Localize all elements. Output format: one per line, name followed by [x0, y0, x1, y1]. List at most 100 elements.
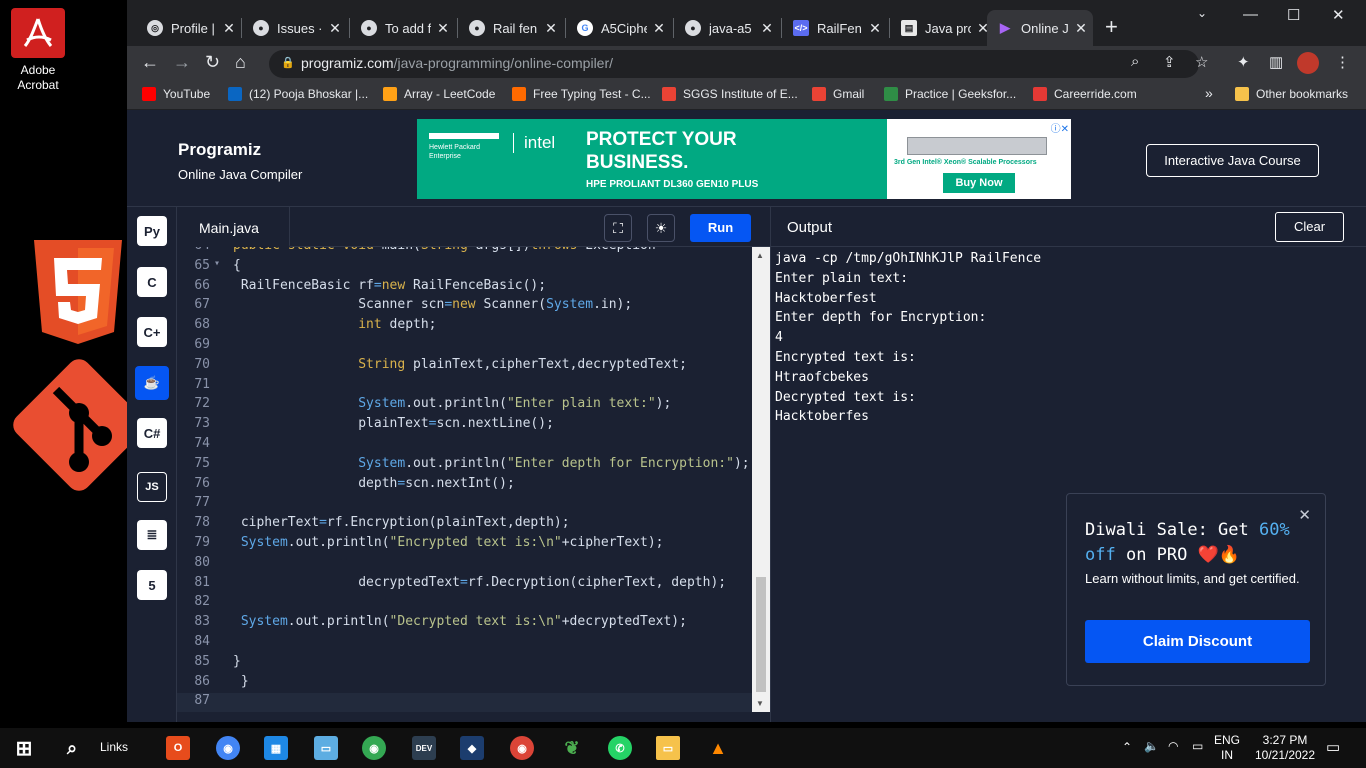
extensions-icon[interactable]: ✦	[1237, 53, 1250, 71]
side-panel-icon[interactable]: ▥	[1269, 53, 1283, 71]
forward-icon[interactable]: →	[173, 52, 191, 73]
search-icon[interactable]: ⌕	[60, 736, 84, 760]
minimize-button[interactable]: —	[1243, 6, 1258, 23]
code-line[interactable]: 71	[177, 377, 752, 397]
fullscreen-icon[interactable]: ⛶	[604, 214, 632, 242]
code-line[interactable]: 64 public static void main(String args[])…	[177, 247, 752, 258]
code-line[interactable]: 87	[177, 693, 752, 712]
ad-banner[interactable]: Hewlett Packard Enterprise intel PROTECT…	[417, 119, 1071, 199]
chrome-profile-icon[interactable]: ◉	[362, 736, 386, 760]
tab-railfence-code[interactable]: </> RailFen ✕	[783, 10, 887, 46]
code-line[interactable]: 68 int depth;	[177, 317, 752, 337]
lang-html[interactable]: 5	[135, 568, 169, 602]
close-promo-icon[interactable]: ✕	[1298, 506, 1311, 524]
maximize-button[interactable]: ☐	[1287, 6, 1300, 24]
code-line[interactable]: 79 System.out.println("Encrypted text is…	[177, 535, 752, 555]
close-tab-icon[interactable]: ✕	[539, 20, 563, 37]
store-icon[interactable]: ▦	[264, 736, 288, 760]
close-tab-icon[interactable]: ✕	[647, 20, 671, 37]
theme-toggle-icon[interactable]: ☀	[647, 214, 675, 242]
tab-a5cipher[interactable]: G A5Ciphe ✕	[567, 10, 671, 46]
wifi-icon[interactable]: ◠	[1168, 739, 1178, 753]
home-icon[interactable]: ⌂	[235, 52, 246, 73]
run-button[interactable]: Run	[690, 214, 751, 242]
lang-js[interactable]: JS	[135, 470, 169, 504]
bookmark-gmail[interactable]: Gmail	[812, 87, 864, 101]
bookmark-leetcode[interactable]: Array - LeetCode	[383, 87, 495, 101]
claim-discount-button[interactable]: Claim Discount	[1085, 620, 1310, 663]
clear-button[interactable]: Clear	[1275, 212, 1344, 242]
code-line[interactable]: 85}	[177, 654, 752, 674]
fold-chevron-icon[interactable]: ▾	[214, 258, 220, 269]
mongodb-icon[interactable]: ❦	[560, 736, 584, 760]
file-explorer-icon[interactable]: ▭	[656, 736, 680, 760]
code-line[interactable]: 65 ▾ {	[177, 258, 752, 278]
language-indicator[interactable]: ENG IN	[1214, 733, 1240, 763]
office-icon[interactable]: O	[166, 736, 190, 760]
file-tab-main-java[interactable]: Main.java	[177, 207, 290, 247]
adobe-acrobat-shortcut[interactable]: Adobe Acrobat	[8, 8, 68, 93]
code-line[interactable]: 69	[177, 337, 752, 357]
tab-search-icon[interactable]: ⌄	[1197, 6, 1207, 20]
star-icon[interactable]: ☆	[1195, 53, 1208, 71]
scroll-up-icon[interactable]: ▲	[756, 251, 764, 260]
vlc-icon[interactable]: ▲	[706, 736, 730, 760]
code-line[interactable]: 74	[177, 436, 752, 456]
code-line[interactable]: 78 cipherText=rf.Encryption(plainText,de…	[177, 515, 752, 535]
tab-java-a5[interactable]: ● java-a5 ✕	[675, 10, 779, 46]
lang-sql[interactable]: ≣	[135, 518, 169, 552]
eclipse-icon[interactable]: ◆	[460, 736, 484, 760]
bookmark-careerride[interactable]: Careerride.com	[1033, 87, 1137, 101]
zoom-icon[interactable]: ⌕	[1131, 53, 1139, 70]
address-bar[interactable]: 🔒 programiz.com/java-programming/online-…	[269, 50, 1199, 78]
output-console[interactable]: Hacktoberfes Decrypted text is: Htraofcbek…	[770, 247, 1366, 722]
bookmark-linkedin[interactable]: (12) Pooja Bhoskar |...	[228, 87, 368, 101]
close-tab-icon[interactable]: ✕	[217, 20, 241, 37]
menu-icon[interactable]: ⋮	[1335, 53, 1350, 71]
chrome-active-icon[interactable]: ◉	[510, 736, 534, 760]
code-line[interactable]: 82	[177, 594, 752, 614]
tab-issues[interactable]: ● Issues · ✕	[243, 10, 347, 46]
notifications-icon[interactable]: ▭	[1326, 738, 1340, 756]
code-line[interactable]: 80	[177, 555, 752, 575]
lang-cpp[interactable]: C+	[135, 315, 169, 349]
chrome-icon[interactable]: ◉	[216, 736, 240, 760]
lang-java[interactable]: ☕	[135, 366, 169, 400]
code-line[interactable]: 81 decryptedText=rf.Decryption(cipherTex…	[177, 575, 752, 595]
search-label[interactable]: Links	[100, 740, 128, 754]
computer-icon[interactable]: ▭	[314, 736, 338, 760]
code-line[interactable]: 70 String plainText,cipherText,decrypted…	[177, 357, 752, 377]
code-line[interactable]: 83 System.out.println("Decrypted text is…	[177, 614, 752, 634]
windows-start-icon[interactable]: ⊞	[12, 736, 36, 760]
programiz-logo[interactable]: Programiz	[178, 140, 261, 160]
code-line[interactable]: 75 System.out.println("Enter depth for E…	[177, 456, 752, 476]
volume-icon[interactable]: 🔈	[1144, 739, 1159, 753]
lang-c[interactable]: C	[135, 265, 169, 299]
tab-rail-fence[interactable]: ● Rail fen ✕	[459, 10, 563, 46]
clock[interactable]: 3:27 PM 10/21/2022	[1252, 733, 1318, 763]
code-line[interactable]: 67 Scanner scn=new Scanner(System.in);	[177, 297, 752, 317]
tab-java-program[interactable]: ▤ Java pro ✕	[891, 10, 995, 46]
close-tab-icon[interactable]: ✕	[1069, 20, 1093, 37]
code-line[interactable]: 72 System.out.println("Enter plain text:…	[177, 396, 752, 416]
editor-scrollbar[interactable]: ▲ ▼	[752, 247, 770, 712]
tab-to-add[interactable]: ● To add f ✕	[351, 10, 455, 46]
close-tab-icon[interactable]: ✕	[755, 20, 779, 37]
code-line[interactable]: 73 plainText=scn.nextLine();	[177, 416, 752, 436]
bookmark-sggs[interactable]: SGGS Institute of E...	[662, 87, 798, 101]
code-line[interactable]: 86 }	[177, 674, 752, 694]
close-tab-icon[interactable]: ✕	[863, 20, 887, 37]
devcpp-icon[interactable]: DEV	[412, 736, 436, 760]
close-tab-icon[interactable]: ✕	[323, 20, 347, 37]
code-line[interactable]: 84	[177, 634, 752, 654]
lang-csharp[interactable]: C#	[135, 416, 169, 450]
reload-icon[interactable]: ↻	[205, 52, 220, 73]
tray-chevron-icon[interactable]: ⌃	[1122, 740, 1132, 754]
lang-python[interactable]: Py	[135, 214, 169, 248]
close-tab-icon[interactable]: ✕	[431, 20, 455, 37]
more-bookmarks-button[interactable]: »	[1205, 85, 1213, 101]
scrollbar-thumb[interactable]	[756, 577, 766, 692]
back-icon[interactable]: ←	[141, 52, 159, 73]
tab-online-java-active[interactable]: ▶ Online J ✕	[987, 10, 1093, 46]
bookmark-typing-test[interactable]: Free Typing Test - C...	[512, 87, 651, 101]
